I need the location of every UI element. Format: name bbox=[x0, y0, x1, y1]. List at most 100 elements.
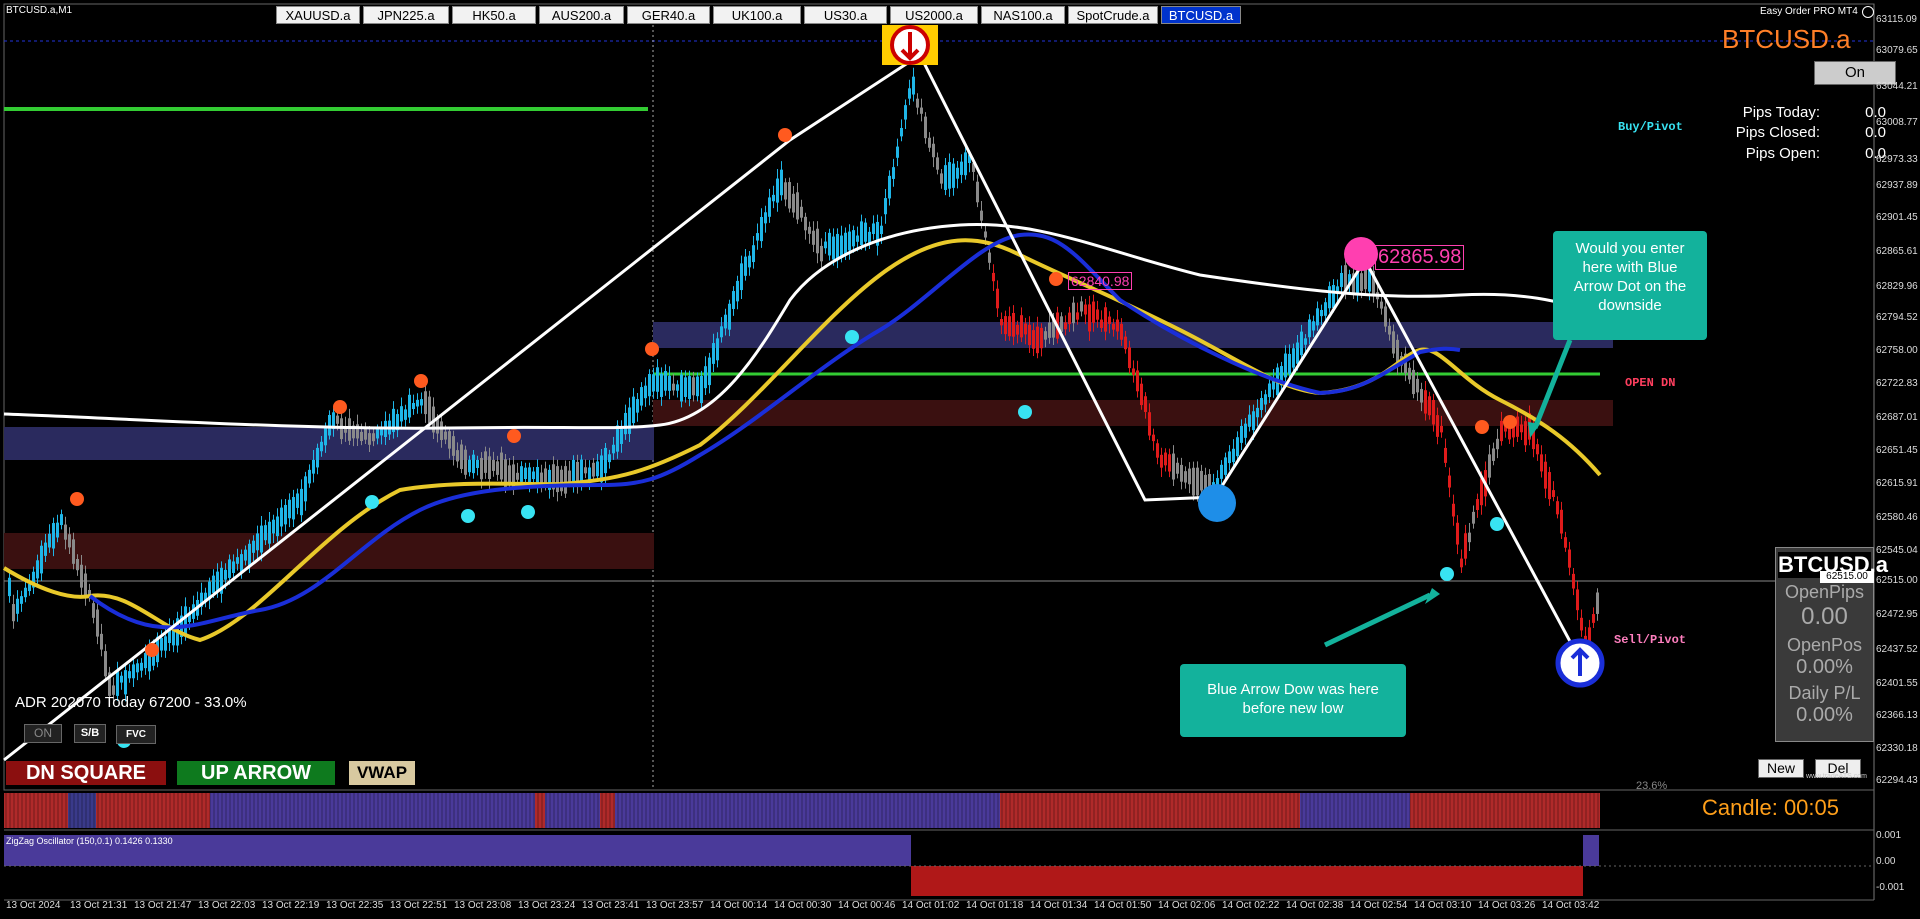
candle bbox=[136, 663, 139, 673]
candle bbox=[932, 143, 935, 158]
open-pips-value: 0.00 bbox=[1801, 603, 1848, 630]
trend-strip-segment bbox=[545, 793, 600, 828]
candle bbox=[1592, 614, 1595, 623]
orange-signal-dot bbox=[70, 492, 84, 506]
dn-square-legend[interactable]: DN SQUARE bbox=[6, 761, 166, 785]
candle bbox=[1296, 342, 1299, 364]
candle bbox=[36, 560, 39, 579]
candle bbox=[928, 137, 931, 148]
candle bbox=[756, 233, 759, 241]
candle bbox=[652, 374, 655, 392]
symbol-tab-spotcrude-a[interactable]: SpotCrude.a bbox=[1068, 6, 1158, 24]
candle bbox=[28, 583, 31, 592]
orange-signal-dot bbox=[1049, 272, 1063, 286]
candle bbox=[944, 165, 947, 190]
candle bbox=[336, 415, 339, 424]
candle bbox=[936, 157, 939, 170]
candle bbox=[1004, 316, 1007, 335]
candle bbox=[1292, 348, 1295, 368]
pips-closed-label: Pips Closed: bbox=[1735, 124, 1820, 141]
candle bbox=[1520, 424, 1523, 433]
time-tick: 14 Oct 01:50 bbox=[1094, 900, 1152, 911]
symbol-tab-xauusd-a[interactable]: XAUUSD.a bbox=[276, 6, 360, 24]
candle bbox=[372, 433, 375, 442]
candle bbox=[1068, 312, 1071, 325]
candle bbox=[1160, 454, 1163, 468]
time-tick: 14 Oct 02:54 bbox=[1350, 900, 1408, 911]
vwap-legend[interactable]: VWAP bbox=[349, 761, 415, 785]
candle bbox=[568, 470, 571, 483]
candle bbox=[1132, 368, 1135, 375]
fvc-button[interactable]: FVC bbox=[116, 725, 156, 744]
candle bbox=[488, 456, 491, 480]
symbol-tab-jpn225-a[interactable]: JPN225.a bbox=[363, 6, 449, 24]
candle bbox=[284, 504, 287, 525]
symbol-tab-us2000-a[interactable]: US2000.a bbox=[890, 6, 978, 24]
time-tick: 14 Oct 03:26 bbox=[1478, 900, 1536, 911]
new-button[interactable]: New bbox=[1758, 759, 1804, 778]
price-tick: 63008.77 bbox=[1876, 117, 1918, 128]
candle bbox=[780, 169, 783, 196]
candle bbox=[288, 499, 291, 519]
candle bbox=[1172, 453, 1175, 480]
candle bbox=[1020, 315, 1023, 338]
symbol-tab-nas100-a[interactable]: NAS100.a bbox=[981, 6, 1065, 24]
candle bbox=[1328, 286, 1331, 309]
candle bbox=[40, 545, 43, 574]
daily-pl-value: 0.00% bbox=[1796, 704, 1853, 726]
candle bbox=[480, 457, 483, 480]
open-pos-value: 0.00% bbox=[1796, 656, 1853, 678]
candle bbox=[1308, 319, 1311, 338]
candle bbox=[844, 232, 847, 256]
candle bbox=[864, 222, 867, 242]
chart-title: BTCUSD.a,M1 bbox=[6, 5, 73, 16]
candle bbox=[1564, 537, 1567, 548]
candle bbox=[1380, 301, 1383, 309]
candle bbox=[1424, 390, 1427, 414]
symbol-tab-uk100-a[interactable]: UK100.a bbox=[713, 6, 801, 24]
candle bbox=[1036, 326, 1039, 354]
candle bbox=[1236, 437, 1239, 457]
candle bbox=[1108, 316, 1111, 324]
candle bbox=[1096, 309, 1099, 320]
pips-today-label: Pips Today: bbox=[1742, 104, 1820, 121]
up-arrow-legend[interactable]: UP ARROW bbox=[177, 761, 335, 785]
candle bbox=[24, 587, 27, 598]
candle bbox=[456, 450, 459, 462]
candle bbox=[720, 326, 723, 338]
candle bbox=[992, 272, 995, 282]
candle bbox=[1080, 301, 1083, 312]
candle bbox=[328, 414, 331, 436]
sb-button[interactable]: S/B bbox=[74, 724, 106, 743]
candle bbox=[1448, 475, 1451, 488]
callout-top: Would you enter here with Blue Arrow Dot… bbox=[1553, 231, 1707, 340]
candle bbox=[528, 467, 531, 485]
candle bbox=[808, 226, 811, 234]
time-tick: 13 Oct 23:24 bbox=[518, 900, 576, 911]
candle bbox=[416, 399, 419, 407]
symbol-tab-us30-a[interactable]: US30.a bbox=[804, 6, 887, 24]
candle bbox=[1344, 265, 1347, 290]
candle bbox=[76, 559, 79, 571]
candle bbox=[916, 98, 919, 108]
candle bbox=[820, 245, 823, 262]
blue-pivot-dot bbox=[1198, 484, 1236, 522]
candle bbox=[1260, 398, 1263, 411]
candle bbox=[1460, 558, 1463, 568]
symbol-tab-btcusd-a[interactable]: BTCUSD.a bbox=[1161, 6, 1241, 24]
callout-arrow-bottom bbox=[1323, 592, 1432, 648]
symbol-tab-ger40-a[interactable]: GER40.a bbox=[627, 6, 710, 24]
candle bbox=[748, 255, 751, 268]
candle bbox=[1116, 319, 1119, 332]
candle bbox=[668, 375, 671, 391]
candle bbox=[400, 406, 403, 422]
time-tick: 13 Oct 23:41 bbox=[582, 900, 640, 911]
candle bbox=[160, 637, 163, 651]
candle bbox=[1320, 309, 1323, 317]
on-toggle-button[interactable]: ON bbox=[24, 724, 62, 743]
candle bbox=[804, 216, 807, 231]
candle bbox=[16, 598, 19, 614]
symbol-tab-hk50-a[interactable]: HK50.a bbox=[452, 6, 536, 24]
symbol-tab-aus200-a[interactable]: AUS200.a bbox=[539, 6, 624, 24]
candle bbox=[1392, 331, 1395, 354]
